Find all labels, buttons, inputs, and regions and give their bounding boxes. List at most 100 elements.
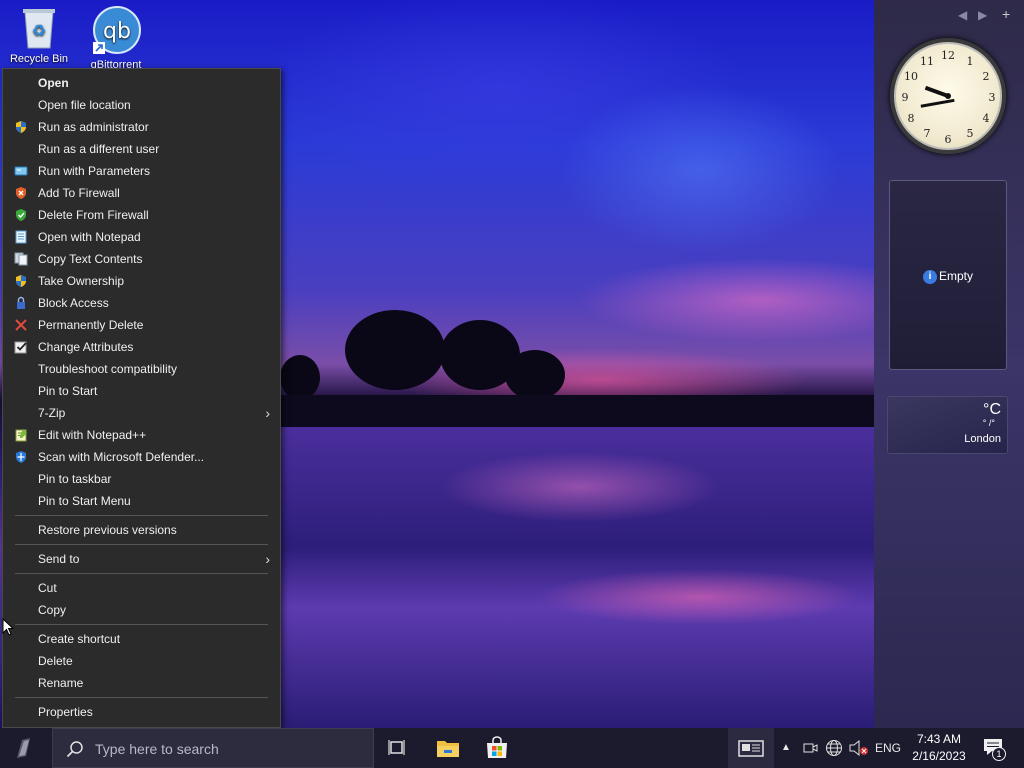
menu-item-copy[interactable]: Copy <box>3 599 280 621</box>
widget-empty-label: Empty <box>938 269 973 283</box>
menu-item-take-ownership[interactable]: Take Ownership <box>3 270 280 292</box>
weather-unit: °C <box>983 401 1001 418</box>
menu-item-label: Pin to taskbar <box>38 472 112 486</box>
menu-item-pin-to-taskbar[interactable]: Pin to taskbar <box>3 468 280 490</box>
menu-item-run-as-administrator[interactable]: Run as administrator <box>3 116 280 138</box>
task-view-icon[interactable] <box>386 736 410 760</box>
menu-item-pin-to-start-menu[interactable]: Pin to Start Menu <box>3 490 280 512</box>
weather-city: London <box>964 433 1001 445</box>
menu-item-label: Edit with Notepad++ <box>38 428 147 442</box>
tray-overflow-chevron-icon[interactable]: ▲ <box>778 728 794 768</box>
search-placeholder: Type here to search <box>95 741 219 757</box>
file-explorer-icon[interactable] <box>436 736 460 760</box>
network-globe-icon[interactable] <box>825 739 843 757</box>
menu-item-block-access[interactable]: Block Access <box>3 292 280 314</box>
menu-item-pin-to-start[interactable]: Pin to Start <box>3 380 280 402</box>
meet-now-icon[interactable] <box>802 740 818 756</box>
copy-text-icon <box>14 252 28 266</box>
clock-widget[interactable]: 12 1 2 3 4 5 6 7 8 9 10 11 <box>890 38 1006 154</box>
taskbar-date: 2/16/2023 <box>912 749 966 763</box>
clock-number: 5 <box>966 127 974 140</box>
taskbar-clock[interactable]: 7:43 AM 2/16/2023 <box>906 731 972 765</box>
weather-widget[interactable]: °C ° /° London <box>887 396 1008 454</box>
volume-muted-icon[interactable] <box>849 740 869 756</box>
menu-item-restore-previous-versions[interactable]: Restore previous versions <box>3 519 280 541</box>
menu-item-rename[interactable]: Rename <box>3 672 280 694</box>
empty-widget-panel[interactable]: i Empty <box>889 180 1007 370</box>
notification-center-button[interactable]: 1 <box>978 728 1020 768</box>
clock-number: 6 <box>944 133 952 146</box>
menu-item-open[interactable]: Open <box>3 72 280 94</box>
menu-item-label: Cut <box>38 581 57 595</box>
menu-item-open-with-notepad[interactable]: Open with Notepad <box>3 226 280 248</box>
svg-text:qb: qb <box>103 19 131 44</box>
taskbar: Type here to search ▲ ENG 7:43 AM 2/16/2… <box>0 728 1024 768</box>
qbittorrent-icon: qb <box>93 6 141 54</box>
menu-item-permanently-delete[interactable]: Permanently Delete <box>3 314 280 336</box>
menu-item-7zip[interactable]: 7-Zip › <box>3 402 280 424</box>
menu-item-label: Open with Notepad <box>38 230 141 244</box>
horizon-shoreline <box>280 395 874 427</box>
menu-item-run-with-parameters[interactable]: Run with Parameters <box>3 160 280 182</box>
water-reflection <box>280 427 874 728</box>
menu-item-label: Run as administrator <box>38 120 149 134</box>
menu-item-label: Add To Firewall <box>38 186 120 200</box>
menu-item-run-as-different-user[interactable]: Run as a different user <box>3 138 280 160</box>
taskbar-time: 7:43 AM <box>916 732 962 746</box>
clock-number: 11 <box>920 55 934 68</box>
menu-item-troubleshoot-compatibility[interactable]: Troubleshoot compatibility <box>3 358 280 380</box>
sidebar-next-button[interactable]: ▶ <box>978 8 987 22</box>
firewall-add-icon <box>16 187 26 199</box>
menu-item-label: Take Ownership <box>38 274 125 288</box>
menu-item-scan-with-defender[interactable]: Scan with Microsoft Defender... <box>3 446 280 468</box>
menu-item-label: Properties <box>38 705 93 719</box>
clock-number: 7 <box>923 127 931 140</box>
menu-separator <box>15 697 268 698</box>
menu-item-label: Open <box>38 76 69 90</box>
menu-item-create-shortcut[interactable]: Create shortcut <box>3 628 280 650</box>
menu-item-change-attributes[interactable]: Change Attributes <box>3 336 280 358</box>
firewall-delete-icon <box>16 209 26 221</box>
menu-item-label: Open file location <box>38 98 131 112</box>
menu-item-delete[interactable]: Delete <box>3 650 280 672</box>
menu-item-cut[interactable]: Cut <box>3 577 280 599</box>
recycle-bin-icon: ♻ <box>23 9 55 49</box>
menu-separator <box>15 624 268 625</box>
menu-item-label: Copy Text Contents <box>38 252 143 266</box>
desktop-icon-recycle-bin[interactable]: ♻ Recycle Bin <box>1 6 77 65</box>
menu-item-send-to[interactable]: Send to › <box>3 548 280 570</box>
submenu-arrow-icon: › <box>265 551 270 567</box>
menu-item-label: Copy <box>38 603 67 617</box>
red-x-icon <box>15 319 27 331</box>
news-widget-button[interactable] <box>728 728 774 768</box>
menu-item-edit-with-notepadpp[interactable]: Edit with Notepad++ <box>3 424 280 446</box>
news-icon <box>738 740 764 757</box>
menu-item-copy-text-contents[interactable]: Copy Text Contents <box>3 248 280 270</box>
microsoft-store-icon[interactable] <box>485 736 509 760</box>
taskbar-search-box[interactable]: Type here to search <box>52 728 374 768</box>
menu-item-add-to-firewall[interactable]: Add To Firewall <box>3 182 280 204</box>
start-logo-icon <box>17 738 30 758</box>
info-icon: i <box>922 269 937 284</box>
menu-item-label: Delete From Firewall <box>38 208 149 222</box>
menu-item-label: Pin to Start Menu <box>38 494 131 508</box>
menu-item-delete-from-firewall[interactable]: Delete From Firewall <box>3 204 280 226</box>
menu-item-properties[interactable]: Properties <box>3 701 280 723</box>
clock-number: 2 <box>982 70 990 83</box>
menu-item-label: Rename <box>38 676 84 690</box>
start-button[interactable] <box>0 728 48 768</box>
attributes-check-icon <box>14 341 27 354</box>
clock-number: 9 <box>901 91 909 104</box>
desktop-icon-qbittorrent[interactable]: qb qBittorrent <box>78 6 154 71</box>
weather-range: ° /° <box>982 418 995 428</box>
sidebar-add-widget-button[interactable]: + <box>1002 6 1010 22</box>
input-language-indicator[interactable]: ENG <box>872 728 904 768</box>
notepadpp-icon <box>15 429 27 442</box>
menu-item-label: Change Attributes <box>38 340 134 354</box>
menu-item-label: Delete <box>38 654 73 668</box>
svg-text:♻: ♻ <box>32 23 46 40</box>
menu-separator <box>15 573 268 574</box>
sidebar-prev-button[interactable]: ◀ <box>958 8 967 22</box>
menu-item-label: Pin to Start <box>38 384 98 398</box>
menu-item-open-file-location[interactable]: Open file location <box>3 94 280 116</box>
